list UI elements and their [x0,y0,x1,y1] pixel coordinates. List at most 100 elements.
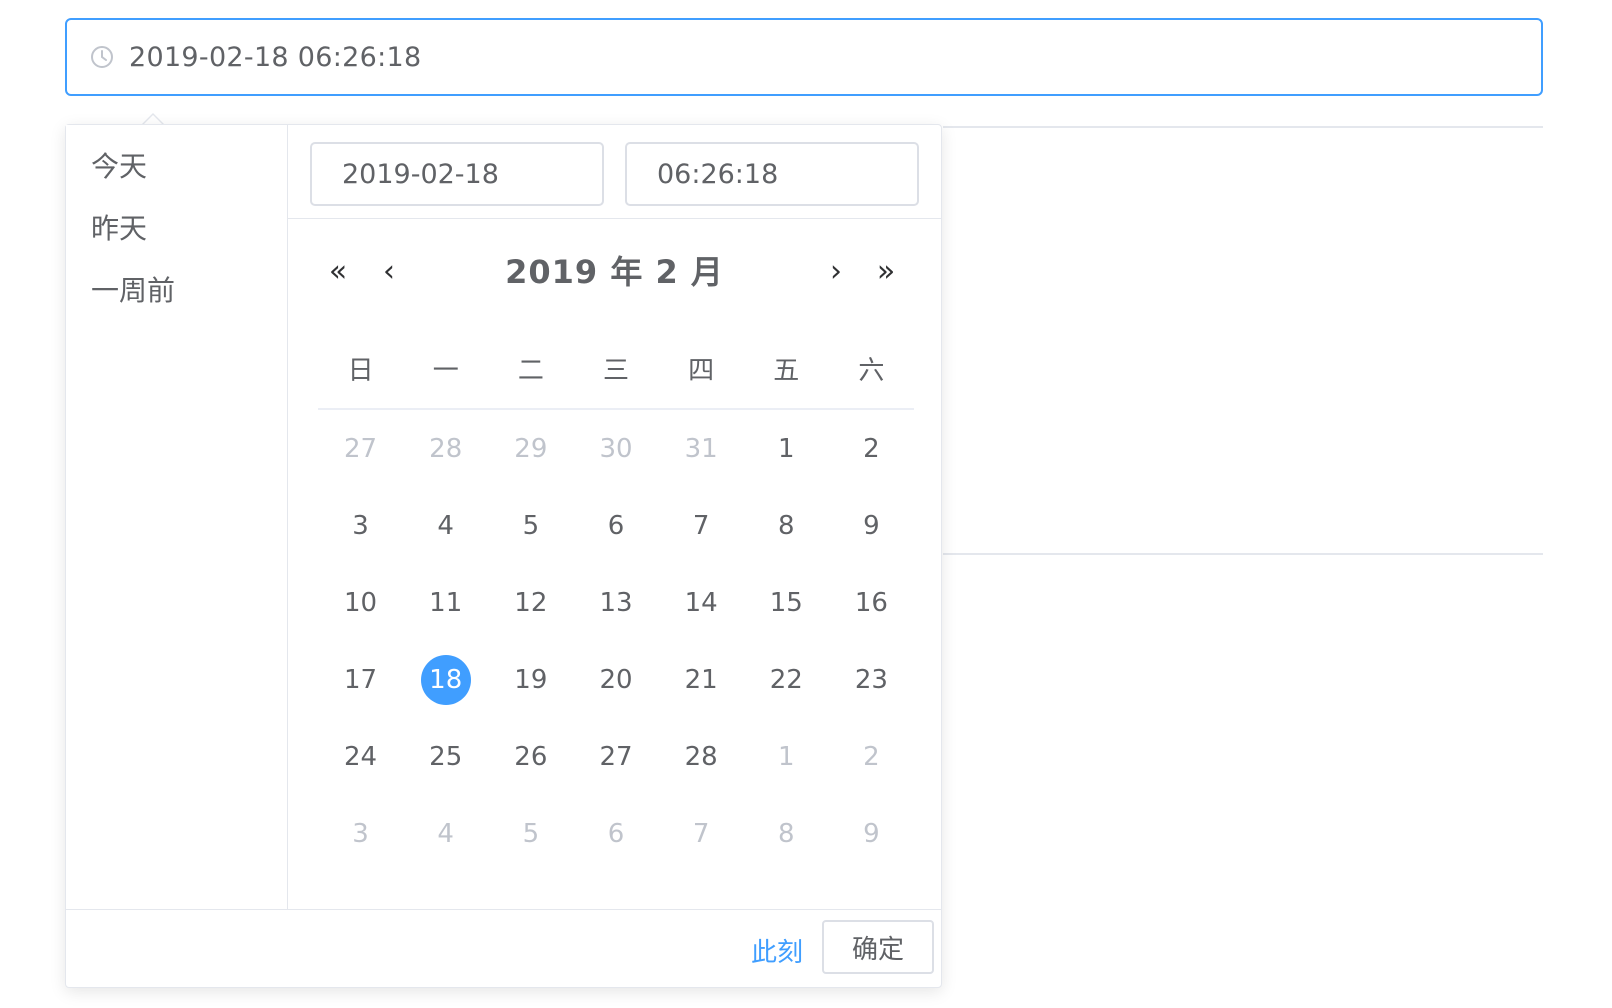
day-label: 9 [863,818,880,849]
shortcut-week-ago[interactable]: 一周前 [91,271,287,333]
day-cell[interactable]: 15 [744,564,829,641]
day-cell[interactable]: 8 [744,795,829,872]
weekday-label: 四 [688,355,715,386]
day-cell[interactable]: 2 [829,718,914,795]
day-cell[interactable]: 21 [659,641,744,718]
day-label: 15 [769,587,803,618]
day-label: 1 [777,741,795,772]
day-label: 6 [607,818,625,849]
day-label: 10 [344,587,378,618]
time-input[interactable]: 06:26:18 [625,142,919,206]
datetime-input[interactable]: 2019-02-18 06:26:18 [65,18,1543,96]
day-cell[interactable]: 26 [488,718,573,795]
day-cell[interactable]: 3 [318,487,403,564]
shortcut-yesterday[interactable]: 昨天 [91,209,287,271]
confirm-button[interactable]: 确定 [822,920,934,974]
day-cell[interactable]: 25 [403,718,488,795]
day-cell[interactable]: 5 [488,487,573,564]
day-cell[interactable]: 22 [744,641,829,718]
day-cell[interactable]: 1 [744,410,829,487]
day-cell[interactable]: 28 [659,718,744,795]
day-cell[interactable]: 28 [403,410,488,487]
day-cell[interactable]: 24 [318,718,403,795]
day-cell[interactable]: 7 [659,487,744,564]
day-cell[interactable]: 14 [659,564,744,641]
shortcut-today[interactable]: 今天 [91,147,287,209]
day-label: 2 [863,741,880,772]
day-cell[interactable]: 7 [659,795,744,872]
background-divider [943,126,1543,128]
day-cell[interactable]: 9 [829,487,914,564]
day-cell[interactable]: 3 [318,795,403,872]
day-label: 9 [863,510,880,541]
picker-footer: 此刻 确定 [66,909,941,987]
day-label: 19 [514,664,548,695]
picker-body: 2019-02-18 06:26:18 « ‹ 2019 年 2 月 › » 日… [288,125,941,909]
day-grid: 27 28 29 30 31 1 2 3 4 5 6 7 8 9 10 11 12 13 14 15 16 17 18 19 2… [318,410,914,872]
page: 2019-02-18 06:26:18 今天 昨天 一周前 2019-02-18… [0,0,1612,1008]
next-year-icon[interactable]: » [868,253,904,289]
day-label: 1 [777,433,795,464]
day-cell[interactable]: 5 [488,795,573,872]
day-label: 7 [692,818,710,849]
next-month-icon[interactable]: › [818,253,854,289]
calendar-table: 日 一 二 三 四 五 六 27 28 29 30 31 1 2 3 4 5 6 7 8 9 10 11 12 1… [318,328,914,872]
day-label: 25 [429,741,463,772]
day-label: 29 [514,433,548,464]
weekday-label: 日 [347,355,374,386]
day-cell[interactable]: 11 [403,564,488,641]
day-cell-selected[interactable]: 18 [403,641,488,718]
date-input[interactable]: 2019-02-18 [310,142,604,206]
weekday-label: 一 [432,355,459,386]
day-label: 12 [514,587,548,618]
day-cell[interactable]: 4 [403,487,488,564]
day-cell[interactable]: 20 [573,641,658,718]
day-label: 7 [692,510,710,541]
day-cell[interactable]: 31 [659,410,744,487]
weekday-row: 日 一 二 三 四 五 六 [318,328,914,410]
day-cell[interactable]: 13 [573,564,658,641]
day-cell[interactable]: 27 [318,410,403,487]
day-label: 18 [420,654,471,705]
day-cell[interactable]: 6 [573,487,658,564]
shortcut-sidebar: 今天 昨天 一周前 [66,125,288,909]
day-label: 30 [599,433,633,464]
day-cell[interactable]: 9 [829,795,914,872]
day-label: 21 [684,664,718,695]
weekday-label: 五 [773,355,800,386]
day-cell[interactable]: 1 [744,718,829,795]
day-label: 17 [344,664,378,695]
now-button[interactable]: 此刻 [751,932,803,969]
day-label: 3 [352,818,369,849]
day-label: 4 [437,510,454,541]
day-cell[interactable]: 4 [403,795,488,872]
day-cell[interactable]: 12 [488,564,573,641]
day-cell[interactable]: 2 [829,410,914,487]
day-cell[interactable]: 27 [573,718,658,795]
day-label: 13 [599,587,633,618]
day-label: 20 [599,664,633,695]
day-label: 8 [777,818,795,849]
day-cell[interactable]: 30 [573,410,658,487]
day-label: 23 [854,664,888,695]
day-cell[interactable]: 23 [829,641,914,718]
day-label: 5 [522,510,540,541]
day-cell[interactable]: 6 [573,795,658,872]
day-cell[interactable]: 16 [829,564,914,641]
day-label: 28 [684,741,718,772]
day-label: 4 [437,818,454,849]
day-cell[interactable]: 17 [318,641,403,718]
day-cell[interactable]: 19 [488,641,573,718]
day-label: 8 [777,510,795,541]
day-label: 11 [429,587,463,618]
day-cell[interactable]: 10 [318,564,403,641]
day-label: 6 [607,510,625,541]
datetime-picker-popup: 今天 昨天 一周前 2019-02-18 06:26:18 « ‹ 2019 年… [65,124,942,988]
time-header: 2019-02-18 06:26:18 [288,125,941,219]
day-cell[interactable]: 29 [488,410,573,487]
weekday-label: 二 [517,355,544,386]
weekday-label: 六 [858,355,885,386]
clock-icon [89,44,115,70]
day-label: 31 [684,433,718,464]
day-cell[interactable]: 8 [744,487,829,564]
